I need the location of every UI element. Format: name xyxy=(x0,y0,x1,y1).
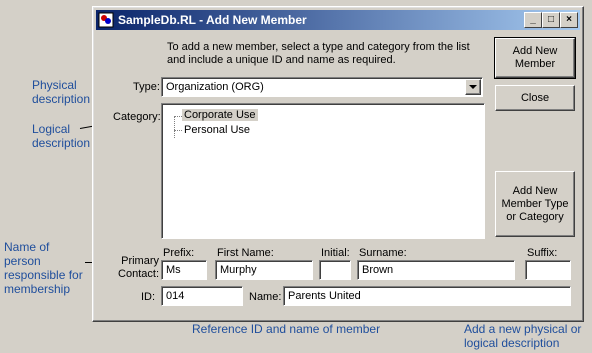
prefix-label: Prefix: xyxy=(163,247,195,259)
close-button[interactable]: Close xyxy=(495,85,575,111)
initial-label: Initial: xyxy=(321,247,350,259)
annotation-add-physical-logical: Add a new physical or logical descriptio… xyxy=(464,322,582,350)
id-value: 014 xyxy=(166,290,185,302)
add-new-member-window: SampleDb.RL - Add New Member _ □ × To ad… xyxy=(92,6,584,322)
annotation-physical-description: Physical description xyxy=(32,78,91,106)
type-label: Type: xyxy=(133,81,160,93)
name-value: Parents United xyxy=(288,290,361,302)
prefix-field[interactable]: Ms xyxy=(161,260,207,280)
category-item-personal-use[interactable]: Personal Use xyxy=(182,124,252,136)
surname-field[interactable]: Brown xyxy=(357,260,515,280)
id-label: ID: xyxy=(141,291,156,303)
window-title: SampleDb.RL - Add New Member xyxy=(118,13,307,27)
title-bar[interactable]: SampleDb.RL - Add New Member _ □ × xyxy=(96,10,580,30)
name-label: Name: xyxy=(249,291,282,303)
first-name-field[interactable]: Murphy xyxy=(215,260,313,280)
maximize-button[interactable]: □ xyxy=(542,12,560,28)
instructions-text: To add a new member, select a type and c… xyxy=(167,41,470,66)
initial-field[interactable] xyxy=(319,260,351,280)
annotation-reference-id-name: Reference ID and name of member xyxy=(192,322,381,336)
annotation-person-responsible: Name of person responsible for membershi… xyxy=(4,240,83,296)
add-new-member-button[interactable]: Add New Member xyxy=(494,37,576,79)
type-select-value: Organization (ORG) xyxy=(166,81,264,93)
surname-label: Surname: xyxy=(359,247,407,259)
tree-connector xyxy=(174,116,182,118)
category-item-corporate-use[interactable]: Corporate Use xyxy=(182,109,258,121)
surname-value: Brown xyxy=(362,264,394,276)
id-field[interactable]: 014 xyxy=(161,286,243,306)
minimize-button[interactable]: _ xyxy=(524,12,542,28)
type-select[interactable]: Organization (ORG) xyxy=(161,77,483,97)
category-label: Category: xyxy=(113,111,161,123)
category-tree[interactable]: Corporate Use Personal Use xyxy=(161,103,485,239)
suffix-field[interactable] xyxy=(525,260,571,280)
app-icon xyxy=(98,12,114,28)
tree-connector xyxy=(174,116,176,138)
close-window-button[interactable]: × xyxy=(560,12,578,28)
primary-contact-label: Primary Contact: xyxy=(118,255,159,280)
tree-connector xyxy=(174,130,182,132)
first-name-label: First Name: xyxy=(217,247,274,259)
suffix-label: Suffix: xyxy=(527,247,558,259)
first-name-value: Murphy xyxy=(220,264,257,276)
chevron-down-icon[interactable] xyxy=(465,79,481,95)
prefix-value: Ms xyxy=(166,264,181,276)
add-new-member-type-button[interactable]: Add New Member Type or Category xyxy=(495,171,575,237)
name-field[interactable]: Parents United xyxy=(283,286,571,306)
